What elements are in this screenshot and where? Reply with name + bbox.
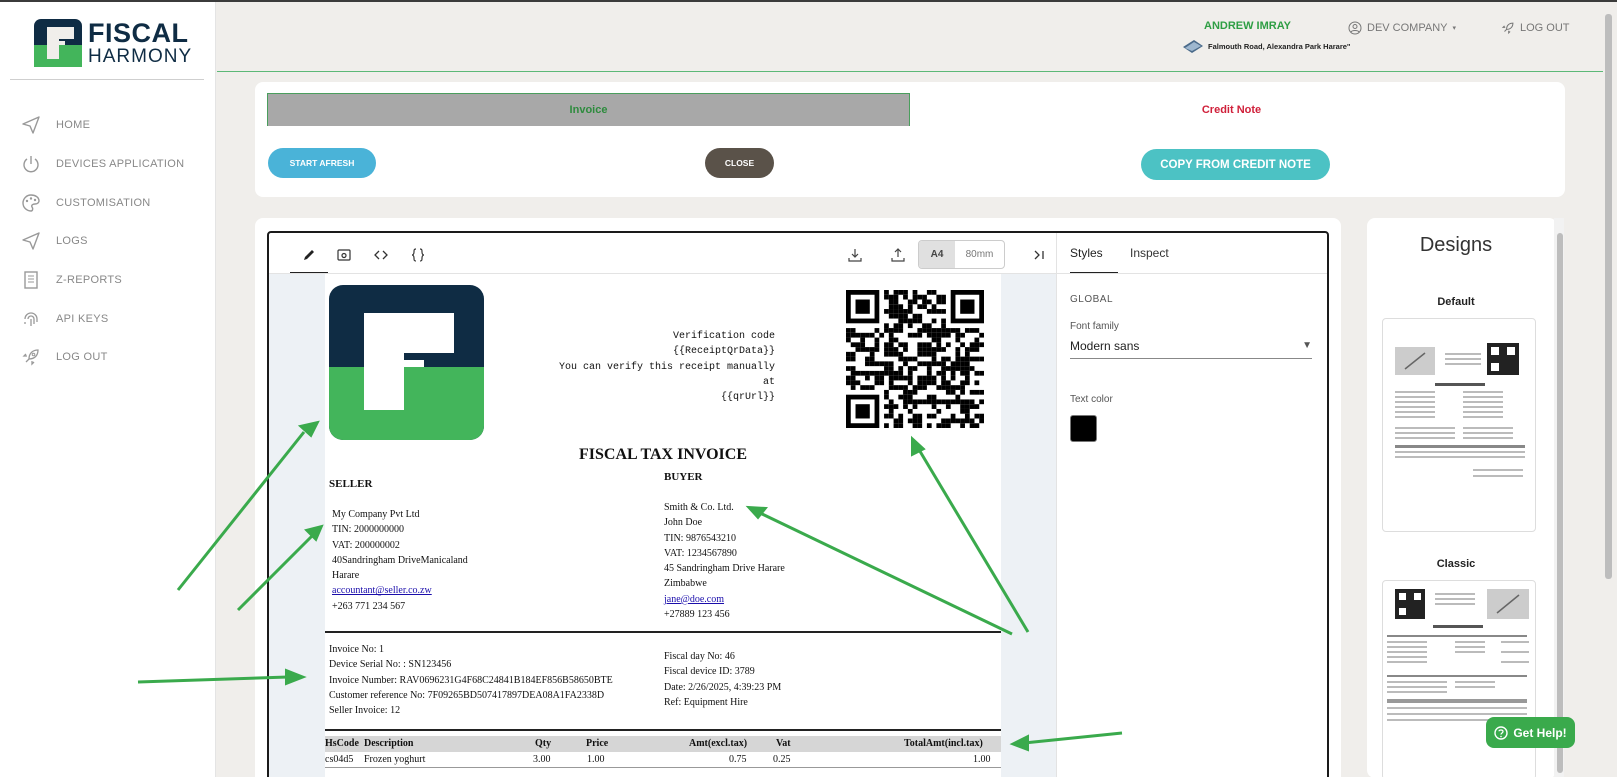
tab-invoice[interactable]: Invoice <box>267 93 910 126</box>
send-icon <box>20 114 42 136</box>
tab-credit-note[interactable]: Credit Note <box>910 93 1553 126</box>
palette-icon <box>20 192 42 214</box>
brand-name-bottom: HARMONY <box>88 46 193 67</box>
caret-down-icon: ▾ <box>1452 25 1456 32</box>
close-button[interactable]: CLOSE <box>705 148 774 178</box>
text-color-swatch[interactable] <box>1070 415 1097 442</box>
sidebar-item-devices-application[interactable]: DEVICES APPLICATION <box>20 145 184 184</box>
size-80mm-button[interactable]: 80mm <box>955 241 1004 268</box>
design-name-classic: Classic <box>1436 558 1476 570</box>
buyer-details: Smith & Co. Ltd. John Doe TIN: 987654321… <box>664 502 785 621</box>
paper-size-toggle: A4 80mm <box>918 240 1005 269</box>
sidebar-item-api-keys[interactable]: API KEYS <box>20 299 184 338</box>
question-circle-icon <box>1494 725 1509 740</box>
top-header: ANDREW IMRAY Falmouth Road, Alexandra Pa… <box>217 2 1603 72</box>
font-family-select[interactable]: Modern sans ▼ <box>1070 333 1312 359</box>
col-hscode: HsCode <box>325 738 359 749</box>
size-a4-button[interactable]: A4 <box>919 241 955 268</box>
code-icon[interactable] <box>372 246 390 264</box>
copy-from-credit-note-button[interactable]: COPY FROM CREDIT NOTE <box>1141 149 1330 180</box>
text-color-label: Text color <box>1070 394 1113 405</box>
collapse-panel-icon[interactable] <box>1030 246 1048 264</box>
section-divider <box>325 631 1001 633</box>
panel-divider <box>1057 273 1327 274</box>
brand-name-top: FISCAL <box>88 18 189 48</box>
invoice-meta-right: Fiscal day No: 46 Fiscal device ID: 3789… <box>664 651 782 708</box>
invoice-page: Verification code {{ReceiptQrData}} You … <box>325 274 1001 777</box>
sidebar-nav: HOME DEVICES APPLICATION CUSTOMISATION L… <box>20 106 184 377</box>
sidebar: FISCAL HARMONY HOME DEVICES APPLICATION … <box>0 2 216 777</box>
col-price: Price <box>586 738 609 749</box>
sidebar-item-label: LOG OUT <box>56 351 108 364</box>
seller-label: SELLER <box>329 478 373 490</box>
buyer-label: BUYER <box>664 471 703 483</box>
company-logo <box>329 285 484 440</box>
col-amt-excl: Amt(excl.tax) <box>689 738 748 749</box>
caret-down-icon: ▼ <box>1302 340 1312 351</box>
power-icon <box>20 153 42 175</box>
document-canvas: Verification code {{ReceiptQrData}} You … <box>269 274 1056 777</box>
document-type-card: Invoice Credit Note START AFRESH CLOSE C… <box>255 82 1565 197</box>
rocket-icon <box>1501 22 1514 35</box>
brand-logo[interactable]: FISCAL HARMONY <box>34 19 192 67</box>
sidebar-item-label: HOME <box>56 119 91 132</box>
download-icon[interactable] <box>846 246 864 264</box>
sidebar-item-label: CUSTOMISATION <box>56 196 151 209</box>
buyer-email-link[interactable]: jane@doe.com <box>664 594 724 605</box>
get-help-button[interactable]: Get Help! <box>1486 717 1575 748</box>
design-name-default: Default <box>1437 296 1475 308</box>
upload-icon[interactable] <box>889 246 907 264</box>
sidebar-item-home[interactable]: HOME <box>20 106 184 145</box>
seller-email-link[interactable]: accountant@seller.co.zw <box>332 585 432 596</box>
designs-title: Designs <box>1419 234 1493 256</box>
sidebar-item-log-out[interactable]: LOG OUT <box>20 338 184 377</box>
page-scrollbar[interactable] <box>1605 14 1612 579</box>
global-section-label: GLOBAL <box>1070 294 1114 305</box>
fiscal-harmony-logo-icon <box>34 19 82 67</box>
font-family-label: Font family <box>1070 321 1119 332</box>
user-address: Falmouth Road, Alexandra Park Harare" <box>1182 37 1351 55</box>
header-logout-link[interactable]: LOG OUT <box>1501 21 1570 35</box>
qr-code <box>846 290 984 428</box>
sidebar-item-customisation[interactable]: CUSTOMISATION <box>20 183 184 222</box>
col-description: Description <box>364 738 414 749</box>
sidebar-item-label: DEVICES APPLICATION <box>56 158 185 171</box>
template-editor: A4 80mm Verification code {{ReceiptQrDat… <box>267 231 1329 777</box>
rocket-icon <box>20 346 42 368</box>
start-afresh-button[interactable]: START AFRESH <box>268 148 376 178</box>
sidebar-divider <box>10 79 204 80</box>
document-icon <box>20 269 42 291</box>
user-circle-icon <box>1348 21 1362 35</box>
sidebar-item-label: API KEYS <box>56 312 109 325</box>
sidebar-item-label: Z-REPORTS <box>56 274 123 287</box>
col-total-incl: TotalAmt(incl.tax) <box>904 738 983 749</box>
company-name: DEV COMPANY <box>1367 22 1448 34</box>
col-qty: Qty <box>535 738 552 749</box>
designs-scrollbar-thumb[interactable] <box>1557 233 1563 773</box>
device-icon <box>1183 40 1203 53</box>
tab-inspect[interactable]: Inspect <box>1130 246 1169 260</box>
preview-icon[interactable] <box>335 246 353 264</box>
design-thumbnail-default[interactable] <box>1382 318 1536 532</box>
section-divider <box>325 729 1001 731</box>
invoice-title: FISCAL TAX INVOICE <box>578 446 747 463</box>
verification-text: Verification code {{ReceiptQrData}} You … <box>558 331 775 404</box>
pencil-icon[interactable] <box>300 246 318 264</box>
items-table-header: HsCode Description Qty Price Amt(excl.ta… <box>325 736 1001 752</box>
seller-details: My Company Pvt Ltd TIN: 2000000000 VAT: … <box>332 509 468 612</box>
invoice-meta-left: Invoice No: 1 Device Serial No: : SN1234… <box>329 644 613 717</box>
col-vat: Vat <box>776 738 791 749</box>
table-row: cs04d5 Frozen yoghurt 3.00 1.00 0.75 0.2… <box>325 752 1001 768</box>
tab-styles[interactable]: Styles <box>1070 246 1103 260</box>
sidebar-item-label: LOGS <box>56 235 88 248</box>
sidebar-item-logs[interactable]: LOGS <box>20 222 184 261</box>
json-braces-icon[interactable] <box>409 246 427 264</box>
sidebar-item-z-reports[interactable]: Z-REPORTS <box>20 261 184 300</box>
fingerprint-icon <box>20 308 42 330</box>
styles-panel: Styles Inspect GLOBAL Font family Modern… <box>1056 233 1327 777</box>
company-selector[interactable]: DEV COMPANY ▾ <box>1348 21 1456 35</box>
designs-panel: Designs Default Classic <box>1367 218 1557 777</box>
send-icon <box>20 230 42 252</box>
